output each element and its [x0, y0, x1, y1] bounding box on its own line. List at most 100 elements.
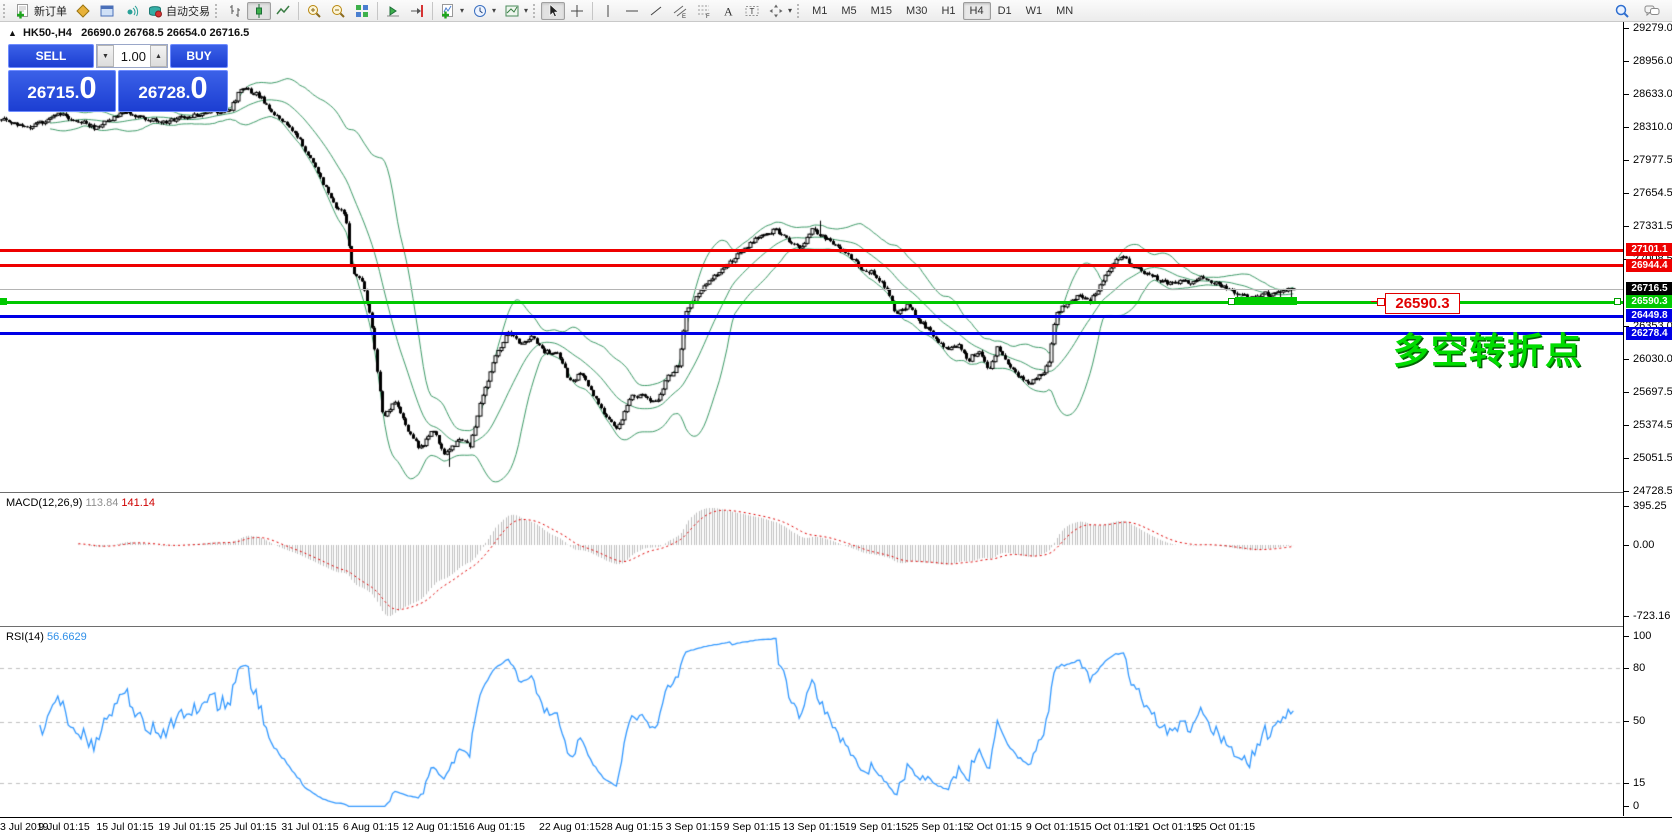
toolbar: 新订单 自动交易 ▾ ▾ ▾ E F A T ▾ M1M5M15M30H1H4D1W1MN — [0, 0, 1672, 22]
timeframe-m15-button[interactable]: M15 — [864, 2, 899, 20]
tile-windows-button[interactable] — [350, 2, 374, 20]
timeframe-mn-button[interactable]: MN — [1049, 2, 1080, 20]
zoom-in-button[interactable] — [302, 2, 326, 20]
chart-shift-button[interactable] — [405, 2, 429, 20]
time-axis[interactable]: 3 Jul 20199 Jul 01:1515 Jul 01:1519 Jul … — [0, 817, 1672, 835]
bar-chart-button[interactable] — [223, 2, 247, 20]
level-line-26716.5[interactable] — [0, 289, 1623, 290]
price-callout-label[interactable]: 26590.3 — [1385, 293, 1460, 314]
price-chart-canvas[interactable] — [0, 22, 1623, 492]
volume-value[interactable]: 1.00 — [114, 45, 150, 67]
time-tick-label: 21 Oct 01:15 — [1138, 821, 1198, 833]
indicators-button[interactable]: ▾ — [436, 2, 468, 20]
timeframe-m1-button[interactable]: M1 — [805, 2, 834, 20]
macd-label: MACD(12,26,9) 113.84 141.14 — [6, 497, 155, 509]
indicators-dropdown-arrow-icon[interactable]: ▾ — [460, 6, 464, 15]
time-tick-label: 25 Sep 01:15 — [907, 821, 969, 833]
buy-button[interactable]: BUY — [170, 44, 228, 68]
arrows-dropdown-arrow-icon[interactable]: ▾ — [788, 6, 792, 15]
toolbar-grip[interactable] — [797, 4, 802, 18]
time-tick-label: 28 Aug 01:15 — [601, 821, 663, 833]
rsi-tick-label: 100 — [1633, 630, 1651, 642]
sell-button[interactable]: SELL — [8, 44, 94, 68]
arrows-button[interactable]: ▾ — [764, 2, 796, 20]
autotrade-button[interactable]: 自动交易 — [143, 2, 214, 20]
rsi-name: RSI(14) — [6, 631, 44, 643]
toolbar-grip[interactable] — [215, 4, 220, 18]
text-label-icon: T — [744, 3, 760, 19]
hline-button[interactable] — [620, 2, 644, 20]
sell-price-display[interactable]: 26715.0 — [8, 70, 116, 112]
timeframe-w1-button[interactable]: W1 — [1019, 2, 1050, 20]
svg-text:F: F — [706, 14, 710, 19]
line-handle-left[interactable] — [0, 298, 7, 305]
timeframe-h1-button[interactable]: H1 — [934, 2, 962, 20]
text-button[interactable]: A — [716, 2, 740, 20]
macd-tick-label: 395.25 — [1633, 500, 1667, 512]
templates-button[interactable]: ▾ — [500, 2, 532, 20]
periods-button[interactable]: ▾ — [468, 2, 500, 20]
rsi-tick-mark — [1624, 783, 1629, 784]
auto-scroll-button[interactable] — [381, 2, 405, 20]
cursor-button[interactable] — [541, 2, 565, 20]
timeframe-h4-button[interactable]: H4 — [963, 2, 991, 20]
level-line-27101.1[interactable] — [0, 249, 1623, 252]
metaquotes-button[interactable] — [71, 2, 95, 20]
timeframe-m5-button[interactable]: M5 — [834, 2, 863, 20]
zoom-out-button[interactable] — [326, 2, 350, 20]
price-axis[interactable]: 29279.028956.028633.028310.027977.527654… — [1623, 22, 1672, 816]
line-handle-right[interactable] — [1614, 298, 1621, 305]
time-tick-label: 13 Sep 01:15 — [783, 821, 845, 833]
rsi-indicator-canvas[interactable] — [0, 630, 1623, 816]
svg-text:A: A — [724, 4, 733, 18]
crosshair-button[interactable] — [565, 2, 589, 20]
volume-increase-button[interactable]: ▲ — [150, 45, 167, 67]
time-tick-label: 9 Sep 01:15 — [724, 821, 781, 833]
rsi-tick-mark — [1624, 636, 1629, 637]
templates-dropdown-arrow-icon[interactable]: ▾ — [524, 6, 528, 15]
one-click-trading-panel: SELL ▼ 1.00 ▲ BUY 26715.0 26728.0 — [8, 44, 228, 112]
time-tick-label: 31 Jul 01:15 — [281, 821, 338, 833]
mt4-window: 新订单自动交易▾▾▾EFAT▾M1M5M15M30H1H4D1W1MN ▲ HK… — [0, 0, 1672, 835]
line-handle-middle[interactable] — [1228, 298, 1235, 305]
toolbar-grip[interactable] — [533, 4, 538, 18]
rsi-tick-mark — [1624, 721, 1629, 722]
price-tick-mark — [1624, 458, 1629, 459]
search-button[interactable] — [1610, 2, 1634, 20]
collapse-triangle-icon[interactable]: ▲ — [8, 28, 17, 38]
rsi-tick-label: 15 — [1633, 777, 1645, 789]
highlight-zone-segment[interactable] — [1235, 297, 1297, 305]
candle-chart-button[interactable] — [247, 2, 271, 20]
level-line-26278.4[interactable] — [0, 332, 1623, 335]
timeframe-d1-button[interactable]: D1 — [991, 2, 1019, 20]
macd-indicator-canvas[interactable] — [0, 496, 1623, 626]
time-tick-label: 25 Jul 01:15 — [219, 821, 276, 833]
profile-button[interactable] — [95, 2, 119, 20]
vline-button[interactable] — [596, 2, 620, 20]
arrows-icon — [768, 3, 784, 19]
time-tick-label: 16 Aug 01:15 — [463, 821, 525, 833]
trendline-button[interactable] — [644, 2, 668, 20]
line-chart-button[interactable] — [271, 2, 295, 20]
macd-tick-label: 0.00 — [1633, 539, 1654, 551]
svg-text:T: T — [750, 7, 755, 16]
periods-dropdown-arrow-icon[interactable]: ▾ — [492, 6, 496, 15]
toolbar-grip[interactable] — [3, 4, 8, 18]
new-order-button[interactable]: 新订单 — [11, 2, 71, 20]
fibonacci-button[interactable]: F — [692, 2, 716, 20]
vline-icon — [600, 3, 616, 19]
level-line-26449.8[interactable] — [0, 315, 1623, 318]
volume-decrease-button[interactable]: ▼ — [97, 45, 114, 67]
level-line-26944.4[interactable] — [0, 264, 1623, 267]
price-tick-label: 28633.0 — [1633, 88, 1672, 100]
timeframe-m30-button[interactable]: M30 — [899, 2, 934, 20]
text-label-button[interactable]: T — [740, 2, 764, 20]
signal-button[interactable] — [119, 2, 143, 20]
chat-button[interactable] — [1640, 2, 1664, 20]
time-tick-label: 15 Jul 01:15 — [96, 821, 153, 833]
chinese-annotation-text[interactable]: 多空转折点 — [1393, 322, 1583, 374]
toolbar-separator — [432, 2, 433, 20]
auto-scroll-icon — [385, 3, 401, 19]
buy-price-display[interactable]: 26728.0 — [118, 70, 228, 112]
channel-button[interactable]: E — [668, 2, 692, 20]
